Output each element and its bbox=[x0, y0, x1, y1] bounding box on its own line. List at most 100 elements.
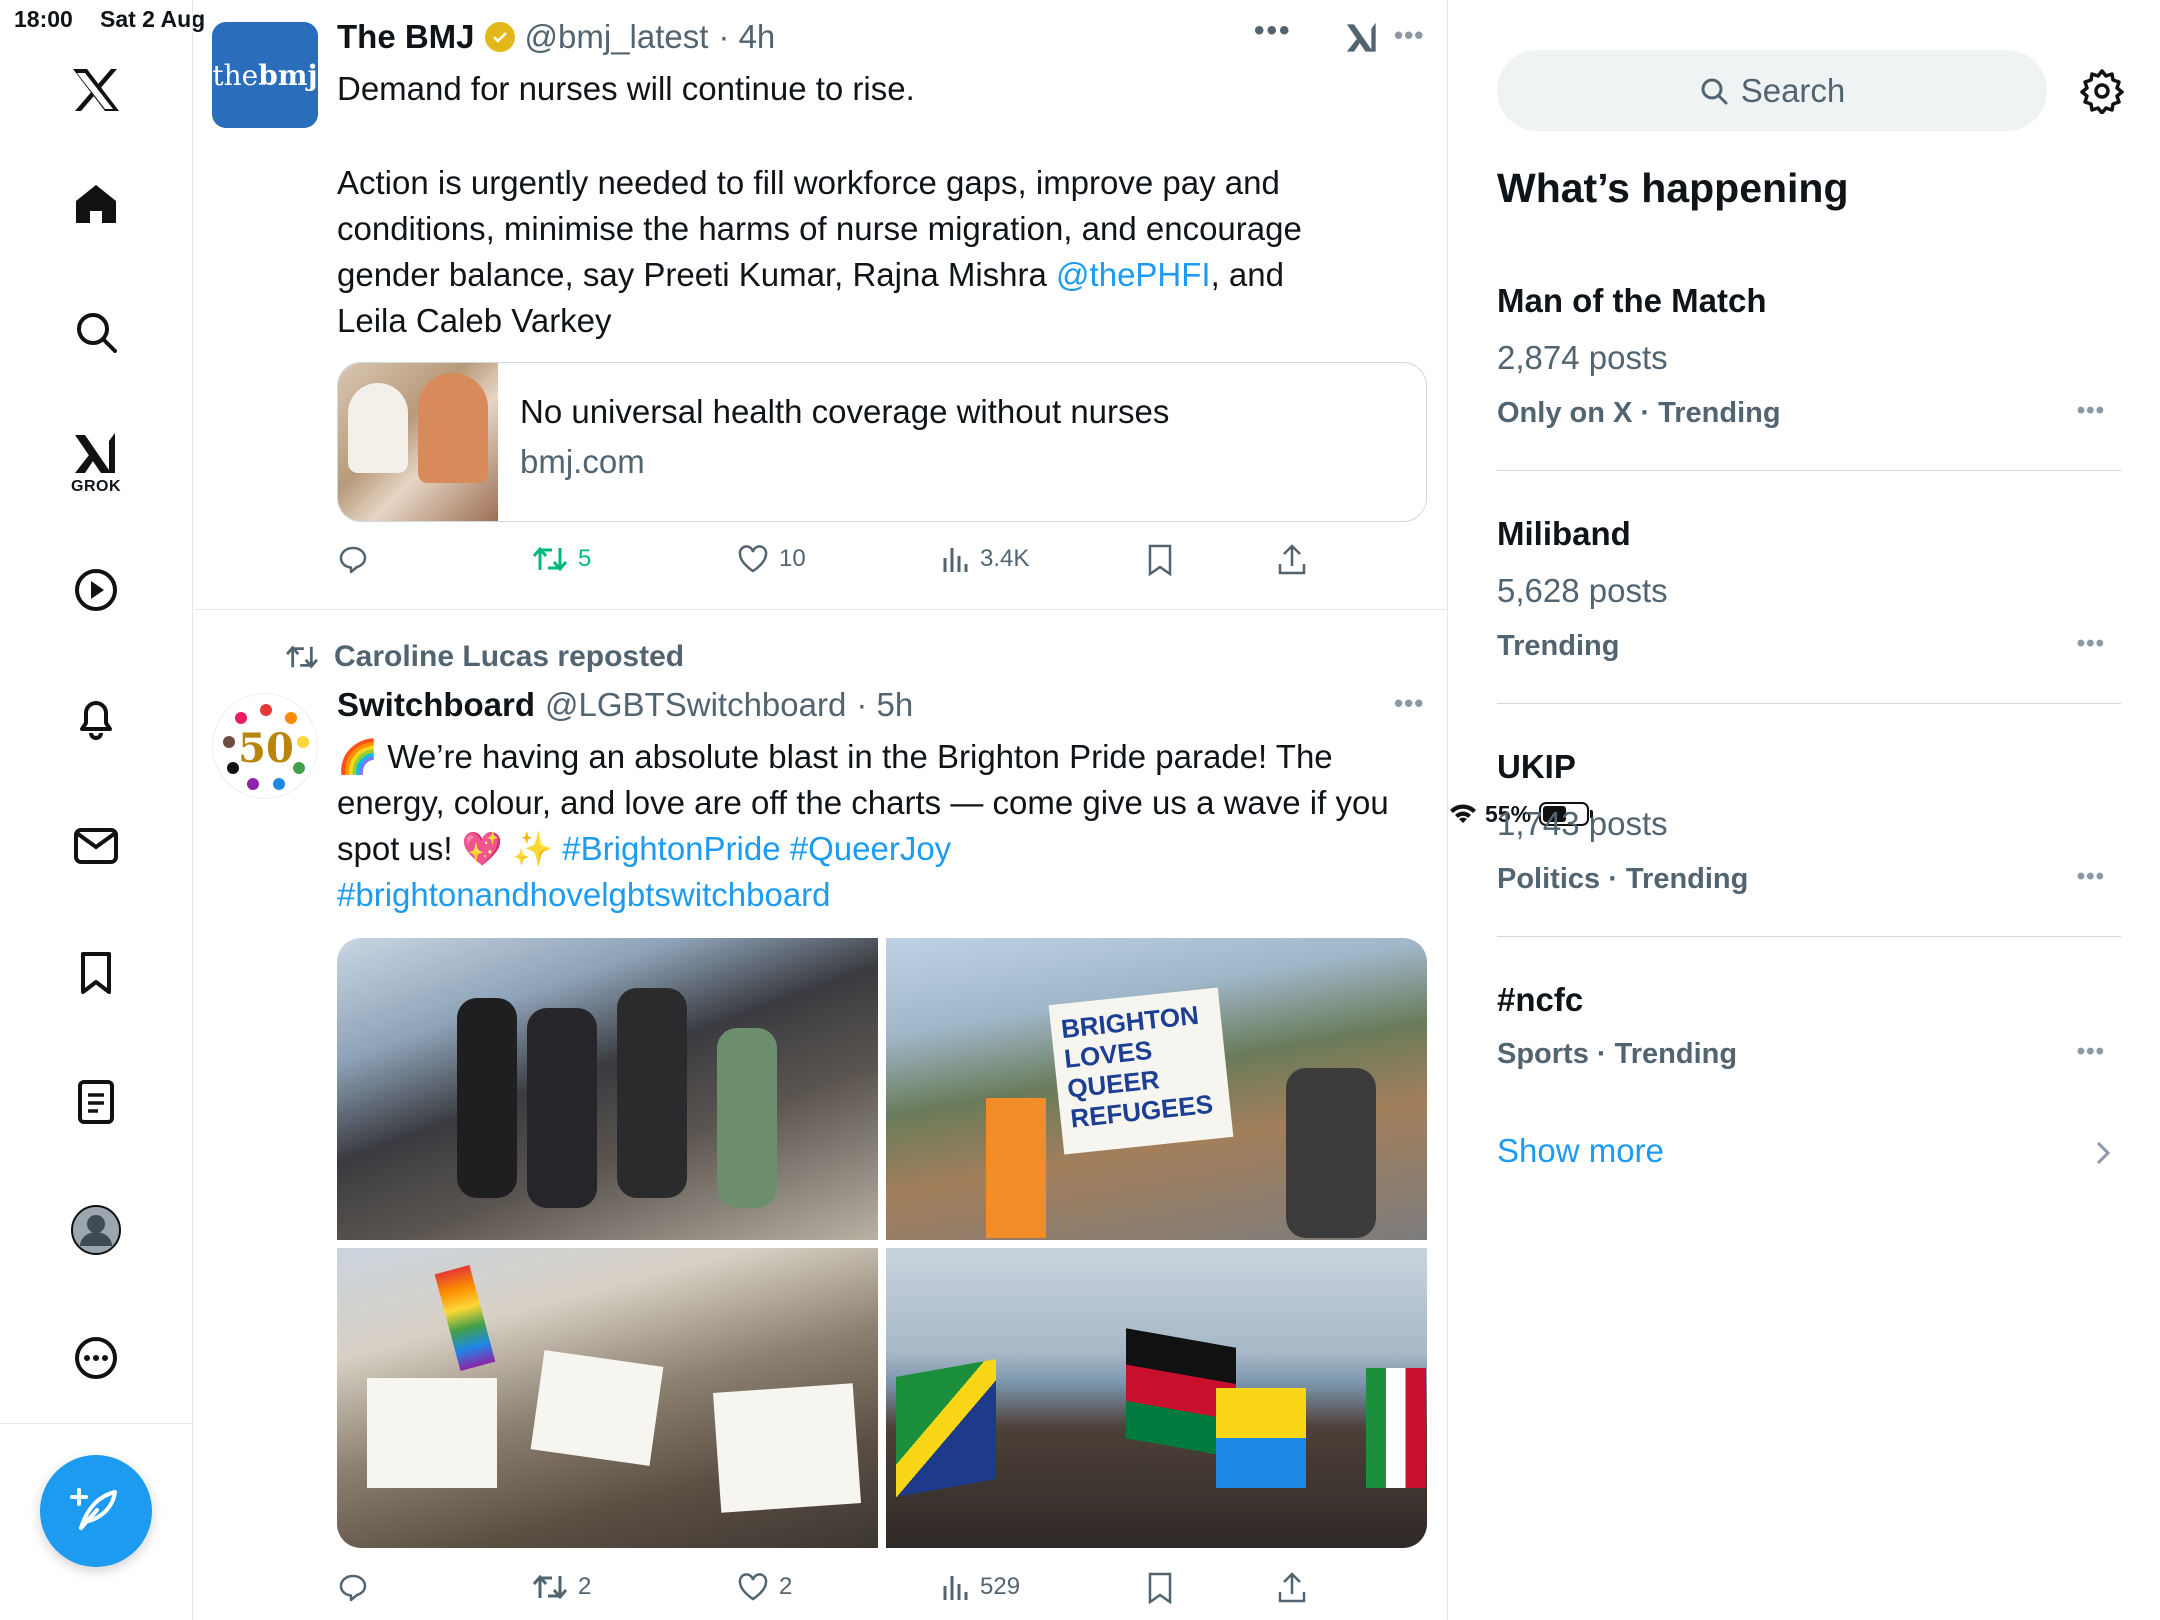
like-button[interactable]: 10 bbox=[737, 544, 806, 574]
grok-icon[interactable] bbox=[64, 422, 128, 486]
reply-button[interactable] bbox=[337, 544, 369, 576]
bookmarks-icon[interactable] bbox=[64, 942, 128, 1006]
trend-meta: Trending bbox=[1497, 630, 1620, 662]
grok-tweet-icon[interactable] bbox=[1344, 20, 1380, 61]
repost-count: 2 bbox=[578, 1573, 592, 1600]
hashtag-link[interactable]: #BrightonPride bbox=[553, 830, 780, 867]
verified-badge-icon bbox=[484, 22, 515, 52]
repost-context: Caroline Lucas reposted bbox=[284, 640, 684, 674]
tweet-more-button[interactable]: ••• bbox=[1394, 20, 1424, 51]
tweet-time[interactable]: · 5h bbox=[856, 686, 913, 724]
author-handle[interactable]: @bmj_latest bbox=[525, 18, 709, 56]
x-logo[interactable] bbox=[64, 58, 128, 122]
heart-icon bbox=[738, 1573, 768, 1601]
repost-icon bbox=[532, 546, 568, 572]
bookmark-button[interactable] bbox=[1147, 1572, 1173, 1604]
share-button[interactable] bbox=[1277, 544, 1307, 576]
avatar-text-bold: bmj bbox=[258, 58, 318, 92]
search-icon[interactable] bbox=[64, 300, 128, 364]
link-card-title: No universal health coverage without nur… bbox=[520, 393, 1170, 430]
tweet-divider bbox=[194, 609, 1448, 610]
search-input[interactable]: Search bbox=[1497, 50, 2047, 131]
mention-link[interactable]: @thePHFI bbox=[1056, 256, 1211, 293]
views-button[interactable]: 3.4K bbox=[942, 544, 1029, 574]
grok-label: GROK bbox=[71, 478, 121, 495]
like-count: 10 bbox=[779, 545, 806, 572]
trend-count: 5,628 posts bbox=[1497, 572, 1668, 609]
left-nav: GROK bbox=[0, 0, 193, 1620]
repost-button[interactable]: 2 bbox=[532, 1572, 591, 1602]
avatar[interactable]: the bmj bbox=[212, 22, 318, 128]
trend-item[interactable]: Man of the Match 2,874 posts Only on X ·… bbox=[1497, 282, 2121, 514]
chevron-right-icon[interactable] bbox=[2095, 1140, 2111, 1171]
author-name[interactable]: The BMJ bbox=[337, 18, 475, 56]
like-button[interactable]: 2 bbox=[737, 1572, 792, 1602]
media-grid: BRIGHTON LOVES QUEER REFUGEES bbox=[337, 938, 1427, 1548]
trend-name: UKIP bbox=[1497, 748, 1576, 785]
hashtag-link[interactable]: #brightonandhovelgbtswitchboard bbox=[337, 876, 831, 913]
repost-context-label[interactable]: Caroline Lucas reposted bbox=[334, 640, 684, 674]
trend-item[interactable]: UKIP 1,743 posts Politics · Trending ••• bbox=[1497, 748, 2121, 980]
settings-gear-icon[interactable] bbox=[2079, 68, 2125, 119]
video-icon[interactable] bbox=[64, 558, 128, 622]
tweet-actions: 5 10 3.4K bbox=[337, 544, 1337, 584]
views-icon bbox=[943, 548, 968, 572]
repost-context-icon bbox=[286, 645, 318, 669]
photo-street-parade[interactable] bbox=[337, 1248, 878, 1548]
share-button[interactable] bbox=[1277, 1572, 1307, 1604]
author-handle[interactable]: @LGBTSwitchboard bbox=[545, 686, 846, 724]
bookmark-icon bbox=[1148, 1572, 1172, 1604]
trend-name: Miliband bbox=[1497, 515, 1631, 552]
repost-icon bbox=[532, 1574, 568, 1600]
trend-divider bbox=[1497, 936, 2121, 937]
photo-seafront-flags[interactable] bbox=[886, 1248, 1427, 1548]
tweet-text: Demand for nurses will continue to rise.… bbox=[337, 66, 1337, 344]
search-icon bbox=[1701, 78, 1728, 104]
compose-feather-icon bbox=[70, 1488, 117, 1530]
compose-button[interactable] bbox=[40, 1455, 152, 1567]
trend-more-button[interactable]: ••• bbox=[2077, 630, 2105, 658]
profile-icon[interactable] bbox=[64, 1198, 128, 1262]
views-count: 529 bbox=[980, 1573, 1021, 1600]
lists-icon[interactable] bbox=[64, 1070, 128, 1134]
trend-count: 2,874 posts bbox=[1497, 339, 1668, 376]
search-placeholder: Search bbox=[1740, 71, 1846, 109]
trend-more-button[interactable]: ••• bbox=[2077, 863, 2105, 891]
photo-crowd-marchers[interactable] bbox=[337, 938, 878, 1240]
photo-refugees-sign[interactable]: BRIGHTON LOVES QUEER REFUGEES bbox=[886, 938, 1427, 1240]
like-count: 2 bbox=[779, 1573, 793, 1600]
tweet-time[interactable]: · 4h bbox=[718, 18, 775, 56]
trend-item[interactable]: #ncfc Sports · Trending ••• bbox=[1497, 981, 2121, 1101]
repost-button[interactable]: 5 bbox=[532, 544, 591, 574]
share-icon bbox=[1278, 544, 1306, 575]
trend-more-button[interactable]: ••• bbox=[2077, 1038, 2105, 1066]
trend-count: 1,743 posts bbox=[1497, 805, 1668, 842]
avatar[interactable]: 50 bbox=[212, 693, 318, 799]
notifications-icon[interactable] bbox=[64, 686, 128, 750]
timeline: ••• the bmj The BMJ @bmj_latest · 4h ••• … bbox=[194, 0, 1448, 1620]
messages-icon[interactable] bbox=[64, 814, 128, 878]
protest-sign: BRIGHTON LOVES QUEER REFUGEES bbox=[1048, 987, 1234, 1155]
tweet-more-button[interactable]: ••• bbox=[1394, 688, 1424, 719]
bookmark-button[interactable] bbox=[1147, 544, 1173, 576]
tweet-actions: 2 2 529 bbox=[337, 1572, 1337, 1612]
heart-icon bbox=[738, 545, 768, 573]
trend-divider bbox=[1497, 703, 2121, 704]
trend-item[interactable]: Miliband 5,628 posts Trending ••• bbox=[1497, 515, 2121, 747]
show-more-link[interactable]: Show more bbox=[1497, 1132, 1664, 1170]
avatar-text: 50 bbox=[238, 725, 294, 772]
more-icon[interactable] bbox=[64, 1326, 128, 1390]
tweet-text-line: Demand for nurses will continue to rise. bbox=[337, 70, 915, 107]
share-icon bbox=[1278, 1572, 1306, 1603]
heart-sparkle-emoji: 💖 ✨ bbox=[461, 830, 554, 867]
views-button[interactable]: 529 bbox=[942, 1572, 1020, 1602]
author-name[interactable]: Switchboard bbox=[337, 686, 535, 724]
drag-handle[interactable]: ••• bbox=[1254, 14, 1292, 48]
reply-icon bbox=[339, 1574, 367, 1602]
link-card[interactable]: No universal health coverage without nur… bbox=[337, 362, 1427, 522]
reply-button[interactable] bbox=[337, 1572, 369, 1604]
home-icon[interactable] bbox=[64, 172, 128, 236]
trend-more-button[interactable]: ••• bbox=[2077, 397, 2105, 425]
sign-text: BRIGHTON LOVES QUEER REFUGEES bbox=[1059, 999, 1215, 1134]
hashtag-link[interactable]: #QueerJoy bbox=[781, 830, 951, 867]
